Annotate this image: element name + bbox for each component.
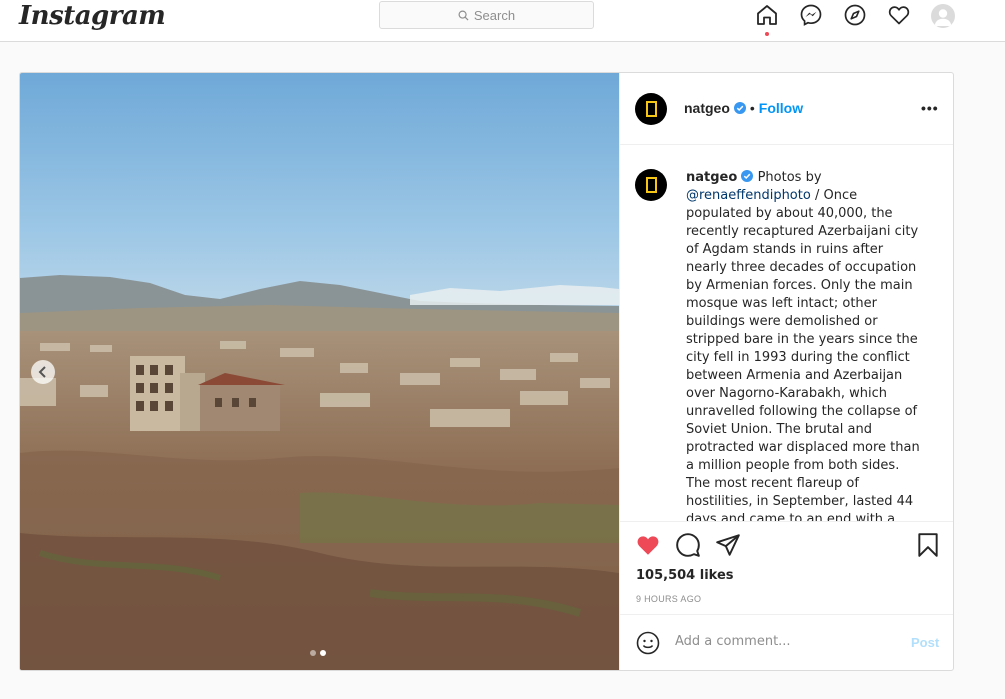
verified-badge-icon (733, 102, 746, 114)
post-actions: 105,504 likes 9 HOURS AGO (620, 521, 953, 617)
post-header: natgeo • Follow ••• (620, 73, 953, 145)
save-button[interactable] (915, 532, 941, 558)
emoji-picker-button[interactable] (636, 631, 660, 655)
comment-button[interactable] (675, 532, 701, 558)
explore-icon[interactable] (843, 3, 867, 27)
search-icon (458, 10, 469, 21)
caption-text: natgeo Photos by @renaeffendiphoto / Onc… (686, 169, 926, 521)
chevron-left-icon (38, 366, 46, 378)
instagram-logo[interactable]: Instagram (19, 1, 166, 31)
caption-lead: Photos by (757, 170, 822, 185)
search-box[interactable]: Search (379, 1, 594, 29)
follow-button[interactable]: Follow (759, 100, 803, 116)
carousel-prev-button[interactable] (31, 360, 55, 384)
heart-filled-icon (637, 536, 659, 555)
home-icon[interactable] (755, 3, 779, 27)
bookmark-icon (918, 533, 938, 557)
post-sidebar: natgeo • Follow ••• natgeo Photos by @re… (619, 73, 953, 670)
comment-icon (676, 533, 700, 557)
comment-bar: Post (620, 614, 953, 670)
share-button[interactable] (715, 532, 741, 558)
more-options-icon[interactable]: ••• (921, 100, 939, 116)
top-nav-bar: Instagram Search (0, 0, 1005, 42)
caption-body: / Once populated by about 40,000, the re… (686, 188, 920, 521)
caption-mention-link[interactable]: @renaeffendiphoto (686, 188, 811, 203)
post-photo[interactable] (20, 73, 619, 670)
natgeo-avatar[interactable] (635, 93, 667, 125)
send-icon (716, 534, 740, 556)
carousel-dot (310, 650, 316, 656)
like-button[interactable] (635, 532, 661, 558)
messenger-icon[interactable] (799, 3, 823, 27)
verified-badge-icon (741, 170, 754, 182)
caption-username[interactable]: natgeo (686, 170, 737, 185)
smiley-icon (636, 631, 660, 655)
home-active-dot (765, 32, 769, 36)
profile-avatar[interactable] (931, 4, 955, 28)
caption-natgeo-avatar[interactable] (635, 169, 667, 201)
header-username[interactable]: natgeo (684, 100, 730, 116)
comment-input[interactable] (675, 634, 895, 649)
post-card: natgeo • Follow ••• natgeo Photos by @re… (19, 72, 954, 671)
likes-count[interactable]: 105,504 likes (636, 568, 734, 583)
carousel-dot-active (320, 650, 326, 656)
post-timestamp[interactable]: 9 HOURS AGO (636, 594, 701, 604)
caption-area: natgeo Photos by @renaeffendiphoto / Onc… (620, 145, 953, 521)
search-placeholder: Search (473, 7, 516, 23)
activity-heart-icon[interactable] (887, 3, 911, 27)
post-comment-button[interactable]: Post (911, 635, 939, 650)
carousel-indicator (310, 650, 326, 656)
